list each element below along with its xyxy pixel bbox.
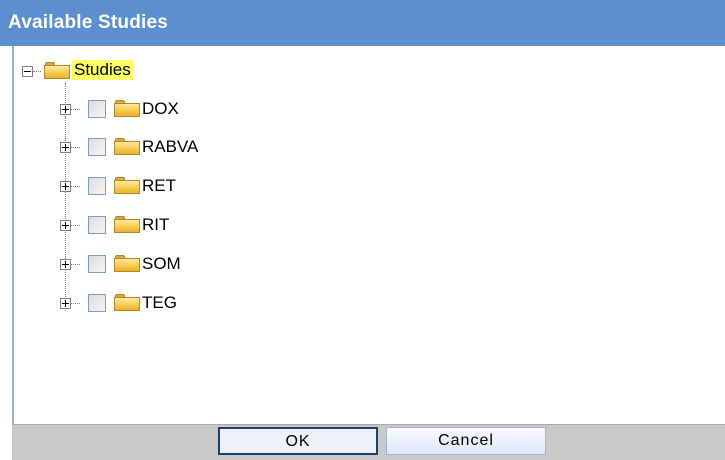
study-checkbox-rabva[interactable]	[88, 138, 106, 156]
available-studies-dialog: Available Studies Studies DOX RABVA RET …	[0, 0, 725, 460]
study-checkbox-som[interactable]	[88, 255, 106, 273]
tree-item-label[interactable]: RIT	[142, 215, 169, 235]
tree-connector	[71, 147, 80, 148]
study-checkbox-ret[interactable]	[88, 177, 106, 195]
expand-toggle-icon[interactable]	[60, 181, 71, 192]
tree-item-som: SOM	[14, 252, 414, 276]
folder-icon	[114, 138, 140, 155]
dialog-button-bar: OK Cancel	[12, 424, 725, 460]
study-checkbox-teg[interactable]	[88, 294, 106, 312]
tree-item-label[interactable]: DOX	[142, 99, 179, 119]
tree-item-label[interactable]: RABVA	[142, 137, 198, 157]
expand-toggle-icon[interactable]	[60, 142, 71, 153]
expand-toggle-icon[interactable]	[60, 220, 71, 231]
folder-icon	[114, 255, 140, 272]
tree-item-label[interactable]: RET	[142, 176, 176, 196]
folder-icon	[114, 100, 140, 117]
tree-connector	[71, 186, 80, 187]
tree-item-label[interactable]: SOM	[142, 254, 181, 274]
tree-connector	[33, 71, 41, 72]
expand-toggle-icon[interactable]	[60, 259, 71, 270]
folder-icon	[114, 177, 140, 194]
studies-tree: Studies DOX RABVA RET RIT SOM TEG	[12, 46, 725, 424]
tree-connector	[71, 264, 80, 265]
study-checkbox-rit[interactable]	[88, 216, 106, 234]
tree-connector	[71, 303, 80, 304]
tree-item-rabva: RABVA	[14, 135, 414, 159]
tree-item-rit: RIT	[14, 213, 414, 237]
ok-button[interactable]: OK	[218, 427, 378, 455]
tree-item-label[interactable]: TEG	[142, 293, 177, 313]
collapse-toggle-icon[interactable]	[22, 66, 33, 77]
dialog-title-bar: Available Studies	[0, 0, 725, 46]
expand-toggle-icon[interactable]	[60, 298, 71, 309]
tree-connector	[71, 109, 80, 110]
study-checkbox-dox[interactable]	[88, 100, 106, 118]
expand-toggle-icon[interactable]	[60, 104, 71, 115]
folder-icon	[114, 216, 140, 233]
dialog-title: Available Studies	[8, 12, 169, 33]
folder-icon	[114, 294, 140, 311]
tree-item-dox: DOX	[14, 97, 414, 121]
folder-icon	[44, 62, 70, 79]
tree-root-label[interactable]: Studies	[72, 60, 133, 80]
tree-connector	[71, 225, 80, 226]
cancel-button[interactable]: Cancel	[386, 427, 546, 455]
tree-item-ret: RET	[14, 174, 414, 198]
tree-root-node: Studies	[14, 60, 314, 84]
tree-item-teg: TEG	[14, 291, 414, 315]
